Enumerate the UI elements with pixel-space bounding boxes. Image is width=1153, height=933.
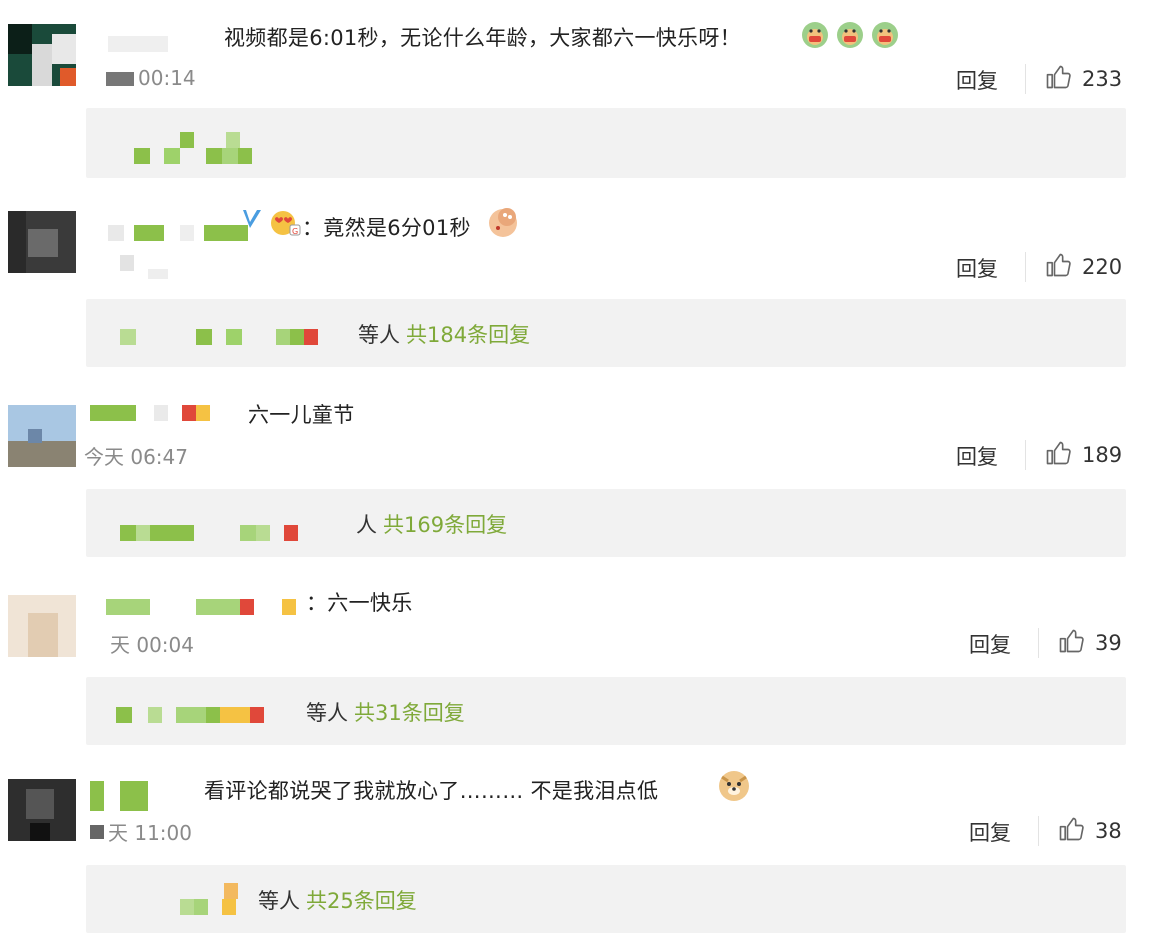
like-count: 220 — [1082, 255, 1123, 279]
reply-summary[interactable]: 等人 共25条回复 — [258, 885, 417, 915]
comment-time: 今天 06:47 — [84, 445, 188, 469]
comment-item: 视频都是6:01秒，无论什么年龄，大家都六一快乐呀！ 00:14 回复 233 — [0, 0, 1153, 185]
avatar[interactable] — [8, 405, 76, 467]
comment-time: 天 00:04 — [110, 633, 194, 657]
thumbs-up-icon — [1044, 251, 1072, 283]
time-redacted — [120, 255, 168, 279]
avatar[interactable] — [8, 779, 76, 841]
comment-time: 天 11:00 — [108, 821, 192, 845]
comment-text: ：竟然是6分01秒 — [302, 216, 471, 240]
reply-button[interactable]: 回复 — [956, 65, 998, 95]
like-button[interactable]: 39 — [1057, 627, 1122, 659]
like-count: 38 — [1095, 819, 1122, 843]
avatar[interactable] — [8, 24, 76, 86]
like-count: 233 — [1082, 67, 1123, 91]
comment-text: 视频都是6:01秒，无论什么年龄，大家都六一快乐呀！ — [224, 26, 741, 50]
like-count: 39 — [1095, 631, 1122, 655]
reply-button[interactable]: 回复 — [969, 817, 1011, 847]
reply-preview-box[interactable]: 等人 共25条回复 — [86, 865, 1126, 933]
heart-eyes-emoji-icon: G — [268, 207, 302, 241]
reply-summary[interactable]: 等人 共184条回复 — [358, 319, 530, 349]
like-count: 189 — [1082, 443, 1123, 467]
clap-emoji-icon — [800, 20, 830, 54]
doge-emoji-icon — [716, 767, 752, 807]
reply-preview-box[interactable] — [86, 108, 1126, 178]
username-redacted[interactable] — [108, 225, 248, 241]
reply-count-link[interactable]: 共184条回复 — [406, 323, 530, 347]
username-redacted[interactable] — [108, 36, 168, 52]
reply-usernames-redacted — [116, 707, 264, 723]
comment-time: 00:14 — [138, 66, 196, 90]
reply-count-link[interactable]: 共31条回复 — [354, 701, 465, 725]
reply-summary-users: 人 — [356, 513, 377, 537]
avatar[interactable] — [8, 595, 76, 657]
avatar[interactable] — [8, 211, 76, 273]
time-prefix-redacted — [106, 72, 134, 88]
like-button[interactable]: 220 — [1044, 251, 1122, 283]
clap-emoji-icon — [870, 20, 900, 54]
like-button[interactable]: 189 — [1044, 439, 1122, 471]
reply-summary-users: 等人 — [306, 701, 348, 725]
username-redacted[interactable] — [90, 405, 210, 421]
thumbs-up-icon — [1057, 815, 1085, 847]
divider — [1038, 816, 1039, 846]
reply-count-link[interactable]: 共25条回复 — [306, 889, 417, 913]
reply-preview-box[interactable]: 等人 共184条回复 — [86, 299, 1126, 367]
reply-usernames-redacted — [224, 883, 238, 899]
like-button[interactable]: 38 — [1057, 815, 1122, 847]
reply-usernames-redacted — [120, 329, 318, 345]
reply-button[interactable]: 回复 — [956, 253, 998, 283]
comment-item: G ：竟然是6分01秒 回复 220 等人 共184条回复 — [0, 185, 1153, 375]
divider — [1038, 628, 1039, 658]
comment-item: ：六一快乐 天 00:04 回复 39 等人 共31条回复 — [0, 565, 1153, 755]
comment-item: 六一儿童节 今天 06:47 回复 189 人共169条回复 — [0, 375, 1153, 565]
reply-content-redacted — [134, 148, 252, 164]
facepalm-emoji-icon — [486, 205, 520, 243]
divider — [1025, 64, 1026, 94]
clap-emoji-icon — [835, 20, 865, 54]
username-redacted[interactable] — [106, 599, 296, 615]
reply-summary-users: 等人 — [358, 323, 400, 347]
reply-summary[interactable]: 人共169条回复 — [356, 509, 507, 539]
reply-summary[interactable]: 等人 共31条回复 — [306, 697, 465, 727]
comment-item: 看评论都说哭了我就放心了……… 不是我泪点低 天 11:00 回复 38 等人共… — [0, 755, 1153, 933]
comment-text: ：六一快乐 — [306, 591, 413, 615]
divider — [1025, 440, 1026, 470]
divider — [1025, 252, 1026, 282]
comment-text: 看评论都说哭了我就放心了……… 不是我泪点低 — [204, 779, 659, 803]
username-redacted[interactable] — [90, 781, 148, 811]
reply-preview-box[interactable]: 人共169条回复 — [86, 489, 1126, 557]
reply-usernames-redacted — [120, 525, 298, 541]
reply-summary-users: 等人 — [258, 889, 300, 913]
reply-count-link[interactable]: 共169条回复 — [383, 513, 507, 537]
thumbs-up-icon — [1044, 63, 1072, 95]
like-button[interactable]: 233 — [1044, 63, 1122, 95]
thumbs-up-icon — [1057, 627, 1085, 659]
reply-usernames-redacted — [180, 899, 236, 915]
verified-badge-icon — [240, 207, 264, 235]
reply-button[interactable]: 回复 — [969, 629, 1011, 659]
svg-text:G: G — [292, 227, 298, 236]
reply-preview-box[interactable]: 等人 共31条回复 — [86, 677, 1126, 745]
time-prefix-redacted — [90, 825, 104, 841]
reply-button[interactable]: 回复 — [956, 441, 998, 471]
reply-content-redacted — [180, 132, 240, 148]
comment-text: 六一儿童节 — [248, 403, 355, 427]
thumbs-up-icon — [1044, 439, 1072, 471]
